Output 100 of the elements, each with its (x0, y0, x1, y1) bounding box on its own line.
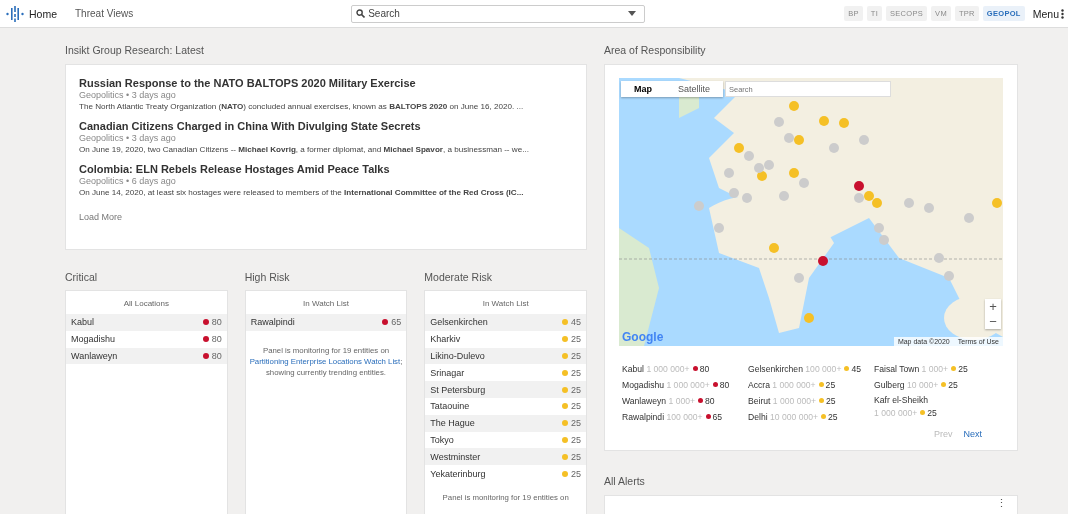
risk-score: 25 (571, 384, 581, 395)
location-row[interactable]: Likino-Dulevo 25 (425, 347, 586, 365)
article-snippet: The North Atlantic Treaty Organization (NATO) concluded annual exercises, known as BALTOPS 2020 on June 16, 2020. ... (79, 102, 524, 111)
article-title[interactable]: Colombia: ELN Rebels Release Hostages Amid Peace Talks (79, 163, 390, 175)
panel-title: Critical (65, 271, 98, 283)
map-type-tab[interactable]: Satellite (665, 81, 724, 97)
home-link[interactable]: Home (29, 7, 57, 20)
location-name: Kharkiv (430, 334, 462, 345)
location-name: Srinagar (430, 367, 466, 378)
risk-score: 25 (826, 396, 836, 406)
population-range: 10 000 000+ (770, 412, 818, 422)
risk-score: 25 (571, 351, 581, 361)
risk-score: 80 (211, 317, 222, 328)
more-menu-button[interactable]: ⋮ (994, 497, 1009, 510)
kebab-icon[interactable] (1061, 8, 1064, 19)
location-name[interactable]: Delhi (748, 412, 768, 422)
risk-score: 25 (571, 434, 581, 445)
location-row[interactable]: Srinagar 25 (425, 364, 586, 382)
location-name: The Hague (430, 418, 476, 429)
risk-score: 25 (828, 412, 838, 422)
panel-subtitle: In Watch List (303, 298, 349, 310)
location-name: Likino-Dulevo (430, 351, 486, 361)
risk-score: 80 (211, 351, 222, 361)
location-name[interactable]: Kabul (622, 364, 644, 374)
location-row[interactable]: Mogadishu 80 (66, 330, 227, 348)
population-range: 1 000+ (668, 396, 696, 406)
risk-score: 25 (571, 367, 581, 378)
panel-subtitle: All Locations (123, 298, 169, 310)
menu-link[interactable]: Menu (1032, 7, 1059, 20)
location-row[interactable]: Wanlaweyn 80 (66, 347, 227, 365)
location-name: Gelsenkirchen (430, 317, 489, 328)
risk-score: 80 (705, 396, 715, 406)
location-name: Kabul (71, 317, 96, 328)
location-row[interactable]: Kharkiv 25 (425, 330, 586, 348)
risk-score: 80 (719, 380, 730, 390)
risk-score: 25 (958, 364, 968, 374)
location-row[interactable]: The Hague 25 (425, 414, 586, 432)
caret-icon (628, 11, 637, 16)
location-row[interactable]: St Petersburg 25 (425, 381, 586, 398)
search-icon (356, 9, 366, 18)
article-snippet: On June 19, 2020, two Canadian Citizens -- Michael Kovrig, a former diplomat, and Michael Spavor, a businessman -- we... (79, 145, 529, 154)
map-type-tab[interactable]: Map (621, 81, 665, 97)
population-range: 1 000+ (921, 364, 949, 374)
location-row[interactable]: Rawalpindi 65 (245, 314, 407, 331)
article-snippet: On June 14, 2020, at least six hostages were released to members of the International Committee of the Red Cross (IC... (79, 188, 524, 197)
risk-score: 25 (571, 451, 581, 462)
article-title[interactable]: Russian Response to the NATO BALTOPS 2020 Military Exercise (79, 77, 416, 89)
location-name: Tataouine (430, 401, 471, 412)
risk-score: 25 (571, 334, 581, 345)
location-name: Rawalpindi (250, 317, 296, 328)
location-name: Mogadishu (71, 334, 117, 345)
location-name: St Petersburg (430, 384, 487, 395)
risk-score: 65 (391, 317, 402, 328)
panel-title: High Risk (244, 271, 290, 283)
location-name[interactable]: Gelsenkirchen (748, 364, 803, 374)
zoom-in-button[interactable]: + (985, 299, 1001, 314)
population-range: 1 000 000+ (666, 380, 710, 390)
location-name[interactable]: Rawalpindi (622, 412, 665, 422)
location-row[interactable]: Yekaterinburg 25 (425, 465, 586, 482)
location-row[interactable]: Tataouine 25 (425, 398, 586, 415)
pager-link[interactable]: Next (963, 429, 982, 439)
article-title[interactable]: Canadian Citizens Charged in China With Divulging State Secrets (79, 120, 421, 132)
risk-score: 80 (699, 364, 710, 374)
location-name[interactable]: Gulberg (874, 380, 905, 390)
section-title: All Alerts (604, 475, 645, 487)
population-range: 1 000 000+ (772, 396, 817, 406)
location-name: Westminster (430, 451, 482, 462)
risk-score: 80 (211, 334, 222, 345)
location-name: Wanlaweyn (71, 351, 119, 361)
article-meta: Geopolitics • 3 days ago (79, 133, 176, 143)
location-name[interactable]: Accra (748, 380, 770, 390)
location-name[interactable]: Kafr el-Sheikh (874, 395, 928, 405)
location-name[interactable]: Wanlaweyn (622, 396, 667, 406)
section-title: Insikt Group Research: Latest (65, 44, 204, 56)
location-name[interactable]: Mogadishu (622, 380, 665, 390)
population-range: 100 000+ (805, 364, 842, 374)
load-more-link[interactable]: Load More (79, 212, 123, 222)
population-range: 1 000 000+ (772, 380, 816, 390)
location-row[interactable]: Tokyo 25 (425, 431, 586, 449)
zoom-out-button[interactable]: − (985, 314, 1001, 329)
population-range: 1 000 000+ (646, 364, 690, 374)
section-title: Area of Responsibility (604, 44, 706, 56)
map-logo: Google (622, 330, 664, 344)
location-row[interactable]: Kabul 80 (66, 314, 227, 331)
risk-score: 25 (571, 418, 581, 429)
panel-title: Moderate Risk (424, 271, 493, 283)
article-meta: Geopolitics • 3 days ago (79, 90, 176, 100)
risk-score: 25 (948, 380, 958, 390)
location-name[interactable]: Beirut (748, 396, 771, 406)
nav-link[interactable]: Threat Views (75, 8, 134, 19)
location-name[interactable]: Faisal Town (874, 364, 920, 374)
location-name: Tokyo (430, 434, 455, 445)
article-meta: Geopolitics • 6 days ago (79, 176, 176, 186)
search-field[interactable]: Search (351, 4, 646, 23)
location-row[interactable]: Westminster 25 (425, 448, 586, 466)
logo-icon[interactable] (6, 5, 24, 22)
location-name: Yekaterinburg (430, 468, 487, 479)
population-range: 10 000+ (906, 380, 939, 390)
location-row[interactable]: Gelsenkirchen 45 (425, 314, 586, 331)
risk-score: 45 (851, 364, 861, 374)
